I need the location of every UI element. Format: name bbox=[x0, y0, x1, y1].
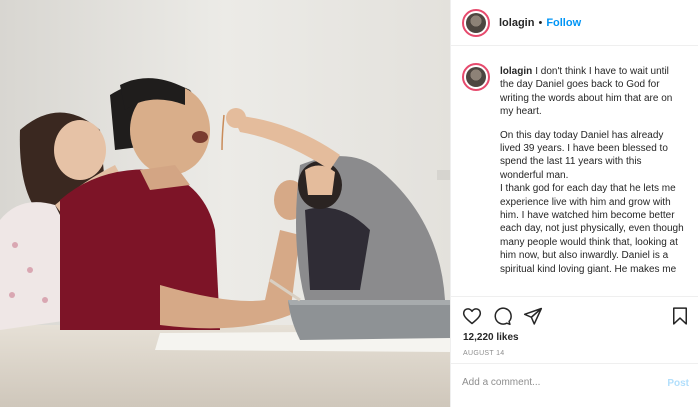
post-actions: 12,220 likes AUGUST 14 Post bbox=[451, 296, 698, 407]
caption-paragraph: On this day today Daniel has already liv… bbox=[500, 129, 668, 181]
username-link[interactable]: lolagin bbox=[499, 17, 534, 29]
post-header: lolagin • Follow bbox=[451, 0, 698, 46]
action-icons bbox=[462, 306, 690, 328]
follow-button[interactable]: Follow bbox=[546, 17, 581, 29]
post-sidebar: lolagin • Follow lolagin I don't think I … bbox=[450, 0, 698, 407]
separator-dot: • bbox=[538, 16, 543, 29]
post-image bbox=[0, 0, 450, 407]
share-icon[interactable] bbox=[523, 306, 543, 326]
post-date: AUGUST 14 bbox=[463, 350, 505, 357]
caption-username[interactable]: lolagin bbox=[500, 66, 532, 77]
avatar[interactable] bbox=[462, 8, 490, 37]
post-photo[interactable] bbox=[0, 0, 450, 407]
comment-input[interactable] bbox=[462, 377, 642, 388]
caption-paragraph: I thank god for each day that he lets me… bbox=[500, 183, 684, 275]
caption-avatar[interactable] bbox=[462, 63, 490, 91]
heart-icon[interactable] bbox=[462, 306, 482, 326]
bookmark-icon[interactable] bbox=[670, 306, 690, 326]
comment-icon[interactable] bbox=[492, 306, 512, 326]
likes-count[interactable]: 12,220 likes bbox=[463, 332, 519, 343]
caption-area[interactable]: lolagin I don't think I have to wait unti… bbox=[451, 47, 698, 296]
post-comment-button[interactable]: Post bbox=[667, 378, 689, 389]
caption: lolagin I don't think I have to wait unti… bbox=[500, 65, 685, 296]
comment-bar: Post bbox=[451, 363, 698, 407]
